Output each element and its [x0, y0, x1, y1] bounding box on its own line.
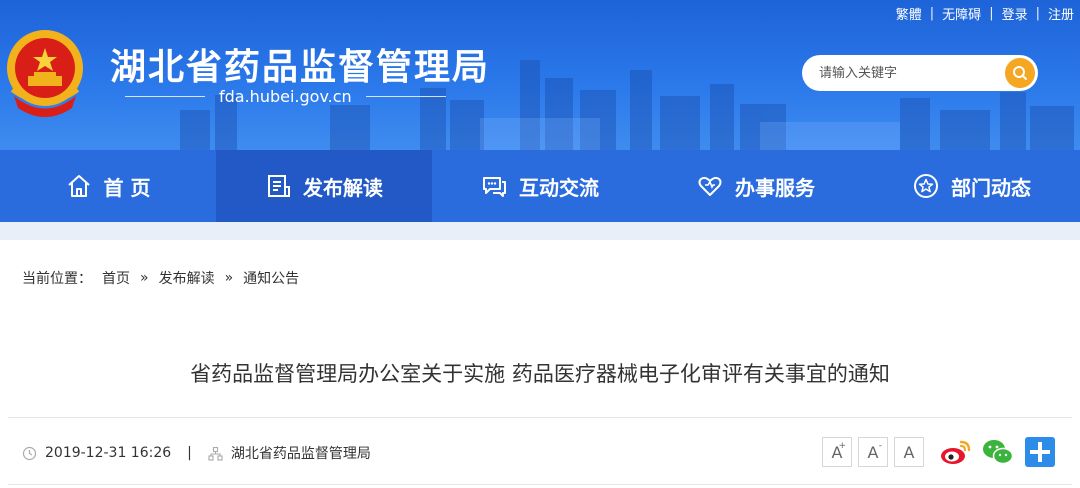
article-meta: 2019-12-31 16:26 | 湖北省药品监督管理局 [22, 443, 371, 463]
publish-date: 2019-12-31 16:26 [45, 445, 172, 461]
font-increase-button[interactable]: A + [822, 437, 852, 467]
login-link[interactable]: 登录 [1002, 4, 1028, 23]
nav-item-home[interactable]: 首 页 [0, 150, 216, 222]
share-more-button[interactable] [1024, 436, 1056, 468]
main-nav: 首 页 发布解读 互动交流 办事服务 部门动态 [0, 150, 1080, 222]
chat-icon [483, 177, 506, 197]
share-wechat-button[interactable] [982, 436, 1014, 468]
search-icon [1013, 66, 1027, 80]
top-link-separator: | [1035, 6, 1040, 21]
page: 繁體 | 无障碍 | 登录 | 注册 湖北省药品监督管理局 fda.hubei.… [0, 0, 1080, 488]
font-decrease-button[interactable]: A- [858, 437, 888, 467]
nav-label-interaction: 互动交流 [519, 175, 599, 200]
nav-item-department[interactable]: 部门动态 [864, 150, 1080, 222]
site-title[interactable]: 湖北省药品监督管理局 [110, 38, 490, 90]
top-link-separator: | [929, 6, 935, 21]
weibo-icon [941, 440, 971, 464]
breadcrumb: 当前位置： 首页 » 发布解读 » 通知公告 [22, 268, 299, 288]
site-header: 繁體 | 无障碍 | 登录 | 注册 湖北省药品监督管理局 fda.hubei.… [0, 0, 1080, 150]
heart-icon [698, 176, 722, 196]
domain-left-line [125, 96, 205, 97]
register-link[interactable]: 注册 [1048, 4, 1074, 23]
search-input[interactable] [819, 64, 999, 82]
meta-separator: | [187, 445, 192, 461]
traditional-chinese-link[interactable]: 繁體 [896, 4, 922, 23]
breadcrumb-notices[interactable]: 通知公告 [243, 268, 299, 288]
nav-label-release: 发布解读 [303, 175, 383, 200]
article-title: 省药品监督管理局办公室关于实施 药品医疗器械电子化审评有关事宜的通知 [190, 362, 890, 386]
domain-right-line [365, 96, 446, 97]
search-box [802, 55, 1038, 91]
article-source: 湖北省药品监督管理局 [230, 446, 371, 462]
title-divider [8, 417, 1072, 418]
font-button-sup: - [878, 441, 882, 451]
breadcrumb-separator: » [224, 270, 234, 286]
document-icon [268, 175, 290, 197]
share-weibo-button[interactable] [940, 436, 972, 468]
top-links: 繁體 | 无障碍 | 登录 | 注册 [896, 4, 1074, 23]
national-emblem-logo[interactable] [4, 26, 86, 118]
font-button-label: A [867, 442, 879, 462]
article-tools: A + A- A [822, 436, 1056, 468]
site-domain-row: fda.hubei.gov.cn [125, 87, 446, 106]
nav-label-department: 部门动态 [951, 175, 1031, 200]
source-org-icon [208, 446, 223, 461]
home-icon [67, 175, 90, 197]
meta-bottom-divider [8, 484, 1072, 485]
top-link-separator: | [989, 6, 994, 21]
nav-item-interaction[interactable]: 互动交流 [432, 150, 648, 222]
nav-bottom-band [0, 222, 1080, 240]
breadcrumb-home[interactable]: 首页 [102, 268, 130, 288]
star-icon [914, 174, 938, 198]
font-reset-button[interactable]: A [894, 437, 924, 467]
accessibility-link[interactable]: 无障碍 [942, 4, 981, 23]
nav-label-home: 首 页 [103, 175, 151, 200]
breadcrumb-prefix: 当前位置： [22, 271, 92, 287]
wechat-icon [983, 440, 1014, 465]
clock-icon [22, 446, 37, 460]
font-button-sup: + [838, 441, 846, 451]
nav-label-services: 办事服务 [735, 175, 815, 200]
nav-item-release[interactable]: 发布解读 [216, 150, 432, 222]
plus-share-icon [1025, 437, 1055, 467]
breadcrumb-separator: » [140, 270, 149, 286]
site-domain: fda.hubei.gov.cn [219, 87, 352, 106]
breadcrumb-release[interactable]: 发布解读 [159, 268, 215, 288]
nav-item-services[interactable]: 办事服务 [648, 150, 864, 222]
font-button-label: A [903, 442, 915, 462]
search-button[interactable] [1005, 58, 1035, 88]
